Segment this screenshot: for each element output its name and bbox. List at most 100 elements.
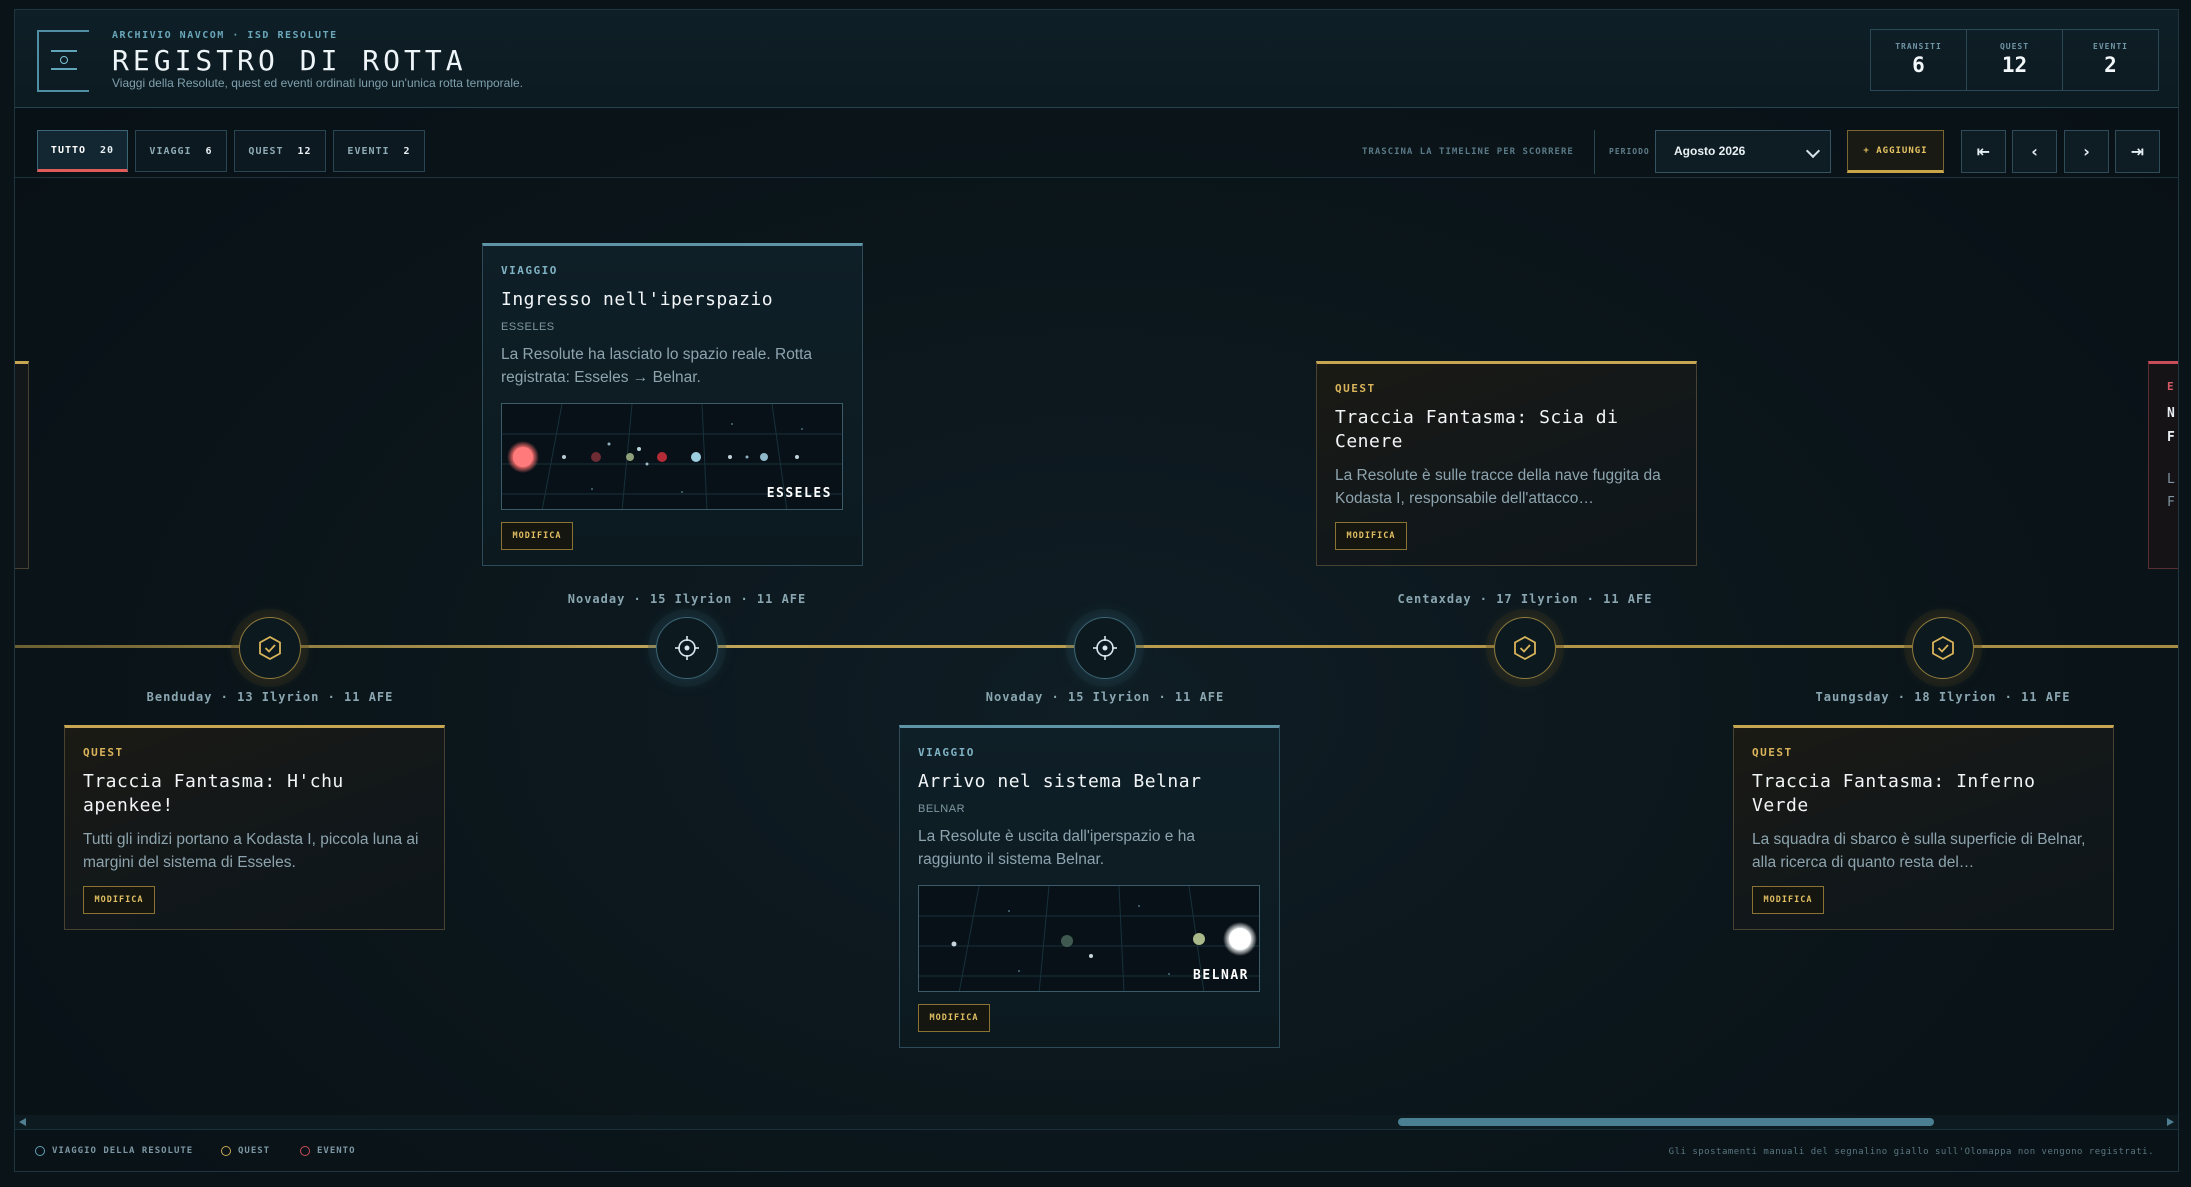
drag-hint: TRASCINA LA TIMELINE PER SCORRERE	[1362, 147, 1574, 157]
period-label: PERIODO	[1609, 147, 1650, 156]
chevron-down-icon	[1805, 143, 1821, 159]
scroll-right-icon[interactable]	[2167, 1118, 2174, 1126]
last-page-button[interactable]: ⇥	[2115, 130, 2160, 173]
legend-footer: VIAGGIO DELLA RESOLUTE QUEST EVENTO Gli …	[15, 1129, 2178, 1172]
quest-hex-icon	[1932, 635, 1954, 661]
app-frame: ARCHIVIO NAVCOM · ISD RESOLUTE REGISTRO …	[14, 9, 2179, 1172]
timeline-date: Taungsday · 18 Ilyrion · 11 AFE	[1815, 690, 2071, 704]
edit-button[interactable]: MODIFICA	[918, 1004, 990, 1032]
legend-label: VIAGGIO DELLA RESOLUTE	[52, 1146, 194, 1156]
timeline-card-quest[interactable]: QUEST Traccia Fantasma: Inferno Verde La…	[1733, 725, 2114, 930]
timeline-card-viaggio[interactable]: VIAGGIO Ingresso nell'iperspazio ESSELES…	[482, 243, 863, 566]
card-title: Traccia Fantasma: Inferno Verde	[1752, 771, 2036, 816]
timeline-card-viaggio[interactable]: VIAGGIO Arrivo nel sistema Belnar BELNAR…	[899, 725, 1280, 1048]
card-kind: QUEST	[83, 746, 124, 759]
add-button[interactable]: + AGGIUNGI	[1847, 130, 1944, 173]
legend-label: EVENTO	[317, 1146, 356, 1156]
card-title-fragment: F	[2167, 430, 2175, 445]
crosshair-icon	[1093, 636, 1117, 660]
timeline-card-quest[interactable]: QUEST Traccia Fantasma: Scia di Cenere L…	[1316, 361, 1697, 566]
prev-page-button[interactable]: ‹	[2012, 130, 2057, 173]
edit-button[interactable]: MODIFICA	[501, 522, 573, 550]
filter-count: 20	[100, 144, 115, 156]
timeline-card-partial[interactable]: E N F L F	[2148, 361, 2178, 569]
legend-item-evento: EVENTO	[300, 1146, 356, 1156]
filter-count: 2	[403, 145, 411, 157]
divider	[1594, 130, 1595, 174]
starmap-system-label: ESSELES	[766, 486, 832, 501]
card-kind: VIAGGIO	[918, 746, 975, 759]
card-description: La squadra di sbarco è sulla superficie …	[1752, 831, 2086, 871]
horizontal-scrollbar[interactable]	[15, 1115, 2178, 1129]
timeline-node-quest[interactable]	[1494, 617, 1556, 679]
timeline-date: Benduday · 13 Ilyrion · 11 AFE	[146, 690, 394, 704]
stat-label: TRANSITI	[1895, 42, 1942, 51]
card-place: ESSELES	[501, 321, 555, 333]
timeline-node-viaggio[interactable]	[656, 617, 718, 679]
card-desc-fragment: L	[2167, 472, 2175, 487]
stat-label: EVENTI	[2093, 42, 2128, 51]
filter-tab-tutto[interactable]: TUTTO 20	[37, 130, 128, 172]
card-title: Arrivo nel sistema Belnar	[918, 771, 1202, 792]
edit-button[interactable]: MODIFICA	[83, 886, 155, 914]
filter-count: 6	[205, 145, 213, 157]
first-page-button[interactable]: ⇤	[1961, 130, 2006, 173]
crosshair-icon	[675, 636, 699, 660]
filter-tab-eventi[interactable]: EVENTI 2	[333, 130, 425, 172]
card-title: Traccia Fantasma: H'chu apenkee!	[83, 771, 344, 816]
timeline-card-quest[interactable]: QUEST Traccia Fantasma: H'chu apenkee! T…	[64, 725, 445, 930]
card-kind: QUEST	[1752, 746, 1793, 759]
legend-item-quest: QUEST	[221, 1146, 270, 1156]
page-title: REGISTRO DI ROTTA	[112, 44, 467, 77]
timeline-node-viaggio[interactable]	[1074, 617, 1136, 679]
timeline-card-partial[interactable]	[15, 361, 29, 569]
card-title: Traccia Fantasma: Scia di Cenere	[1335, 407, 1619, 452]
stats-panel: TRANSITI 6 QUEST 12 EVENTI 2	[1870, 29, 2159, 91]
stat-value: 6	[1912, 53, 1925, 77]
edit-button[interactable]: MODIFICA	[1335, 522, 1407, 550]
card-description: La Resolute è uscita dall'iperspazio e h…	[918, 828, 1195, 868]
timeline-date: Novaday · 15 Ilyrion · 11 AFE	[567, 592, 807, 606]
next-page-button[interactable]: ›	[2064, 130, 2109, 173]
card-kind-fragment: E	[2167, 380, 2174, 393]
starmap-preview: BELNAR	[918, 885, 1260, 992]
filter-tab-viaggi[interactable]: VIAGGI 6	[135, 130, 227, 172]
header: ARCHIVIO NAVCOM · ISD RESOLUTE REGISTRO …	[15, 10, 2178, 108]
timeline-date: Novaday · 15 Ilyrion · 11 AFE	[985, 690, 1225, 704]
timeline-node-quest[interactable]	[239, 617, 301, 679]
stat-value: 12	[2001, 53, 2028, 77]
starmap-preview: ESSELES	[501, 403, 843, 510]
stat-quest: QUEST 12	[1967, 30, 2063, 90]
card-description: La Resolute ha lasciato lo spazio reale.…	[501, 346, 813, 386]
timeline-date: Centaxday · 17 Ilyrion · 11 AFE	[1397, 592, 1653, 606]
filter-label: TUTTO	[50, 144, 87, 156]
legend-item-viaggio: VIAGGIO DELLA RESOLUTE	[35, 1146, 193, 1156]
app-kicker: ARCHIVIO NAVCOM · ISD RESOLUTE	[112, 30, 338, 41]
card-description: La Resolute è sulle tracce della nave fu…	[1335, 467, 1661, 507]
quest-hex-icon	[259, 635, 281, 661]
legend-label: QUEST	[238, 1146, 271, 1156]
filter-label: QUEST	[248, 145, 284, 157]
card-title-fragment: N	[2167, 406, 2175, 421]
card-title: Ingresso nell'iperspazio	[501, 289, 774, 310]
stat-value: 2	[2104, 53, 2117, 77]
card-kind: VIAGGIO	[501, 264, 558, 277]
starmap-system-label: BELNAR	[1193, 968, 1249, 983]
card-place: BELNAR	[918, 803, 966, 815]
timeline-node-quest[interactable]	[1912, 617, 1974, 679]
card-kind: QUEST	[1335, 382, 1376, 395]
scrollbar-thumb[interactable]	[1398, 1118, 1934, 1126]
legend-dot-icon	[221, 1146, 231, 1156]
card-desc-fragment: F	[2167, 495, 2175, 510]
filter-label: VIAGGI	[149, 145, 192, 157]
stat-label: QUEST	[1999, 42, 2030, 51]
stat-eventi: EVENTI 2	[2063, 30, 2158, 90]
edit-button[interactable]: MODIFICA	[1752, 886, 1824, 914]
period-select[interactable]: Agosto 2026	[1655, 130, 1831, 173]
filter-count: 12	[297, 145, 312, 157]
card-description: Tutti gli indizi portano a Kodasta I, pi…	[83, 831, 419, 871]
scroll-left-icon[interactable]	[19, 1118, 26, 1126]
filter-label: EVENTI	[347, 145, 390, 157]
filter-tab-quest[interactable]: QUEST 12	[234, 130, 326, 172]
navcom-logo-icon	[37, 30, 89, 92]
